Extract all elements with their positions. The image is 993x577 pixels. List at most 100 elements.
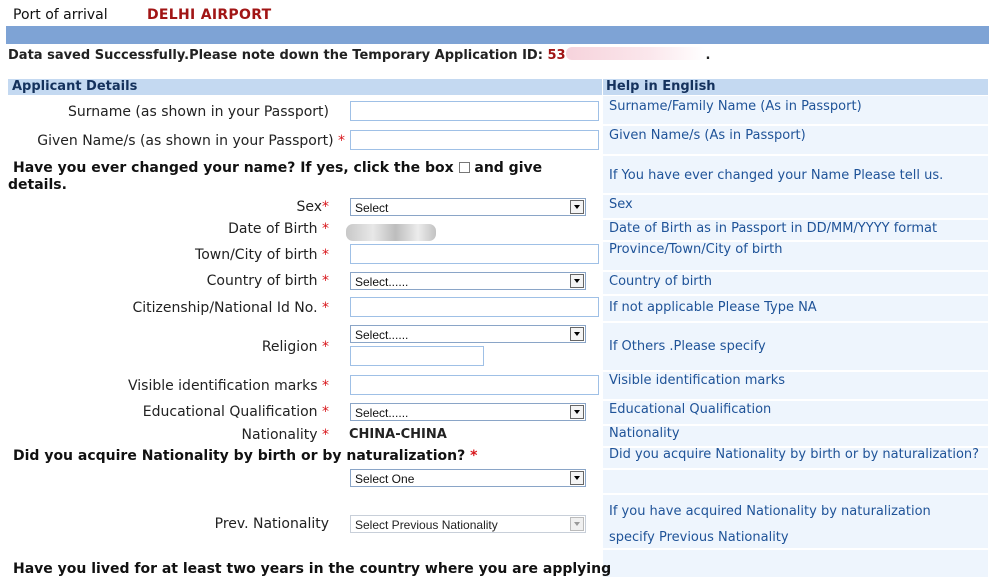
birth-city-input[interactable] <box>350 244 599 264</box>
id-marks-input[interactable] <box>350 375 599 395</box>
required-asterisk: * <box>322 247 329 263</box>
birth-country-selected-value: Select...... <box>355 275 409 289</box>
religion-selected-value: Select...... <box>355 328 409 342</box>
religion-help: If Others .Please specify <box>609 339 766 354</box>
education-select[interactable]: Select...... <box>350 403 586 421</box>
dob-help: Date of Birth as in Passport in DD/MM/YY… <box>609 221 938 236</box>
nationality-acquired-help: Did you acquire Nationality by birth or … <box>609 447 980 462</box>
birth-country-help: Country of birth <box>609 274 712 289</box>
chevron-down-icon[interactable] <box>570 517 584 531</box>
port-of-arrival-label: Port of arrival <box>13 7 108 23</box>
required-asterisk: * <box>322 427 329 443</box>
chevron-down-icon[interactable] <box>570 471 584 485</box>
chevron-down-icon[interactable] <box>570 405 584 419</box>
save-success-text: Data saved Successfully.Please note down… <box>8 48 543 63</box>
birth-country-select[interactable]: Select...... <box>350 272 586 290</box>
chevron-down-icon[interactable] <box>570 274 584 288</box>
religion-label-text: Religion <box>261 339 318 355</box>
required-asterisk: * <box>322 221 329 237</box>
education-label-text: Educational Qualification <box>142 404 318 420</box>
id-marks-label-text: Visible identification marks <box>127 378 318 394</box>
required-asterisk: * <box>338 133 345 149</box>
help-row-divider <box>603 218 988 220</box>
given-name-label-text: Given Name/s (as shown in your Passport) <box>37 133 334 149</box>
prev-nationality-select[interactable]: Select Previous Nationality <box>350 515 586 533</box>
nationality-acquired-question: Did you acquire Nationality by birth or … <box>13 448 477 464</box>
help-row-divider <box>603 270 988 272</box>
nationality-label: Nationality * <box>242 427 329 443</box>
national-id-help: If not applicable Please Type NA <box>609 300 817 315</box>
required-asterisk: * <box>470 448 478 464</box>
required-asterisk: * <box>322 378 329 394</box>
help-row-divider <box>603 493 988 495</box>
dob-label: Date of Birth * <box>228 221 329 237</box>
dob-label-text: Date of Birth <box>228 221 318 237</box>
nationality-label-text: Nationality <box>241 427 318 443</box>
sex-help: Sex <box>609 197 633 212</box>
help-row-divider <box>603 294 988 296</box>
redacted-id-blur <box>565 47 706 60</box>
birth-city-help: Province/Town/City of birth <box>609 242 783 257</box>
changed-name-question: Have you ever changed your name? If yes,… <box>13 160 542 176</box>
changed-name-question-line2: details. <box>8 177 67 193</box>
religion-label: Religion * <box>262 339 329 355</box>
help-row-divider <box>603 154 988 156</box>
id-period: . <box>705 48 711 63</box>
nationality-acquired-selected-value: Select One <box>355 472 415 486</box>
national-id-input[interactable] <box>350 297 599 317</box>
birth-city-label: Town/City of birth * <box>195 247 329 263</box>
surname-label: Surname (as shown in your Passport) <box>68 104 329 120</box>
help-header: Help in English <box>603 79 988 95</box>
port-of-arrival-value: DELHI AIRPORT <box>147 7 272 23</box>
given-name-help: Given Name/s (As in Passport) <box>609 128 806 143</box>
given-name-input[interactable] <box>350 130 599 150</box>
prev-nationality-label: Prev. Nationality <box>214 516 329 532</box>
sex-select[interactable]: Select <box>350 198 586 216</box>
id-marks-help: Visible identification marks <box>609 373 786 388</box>
id-marks-label: Visible identification marks * <box>128 378 329 394</box>
education-selected-value: Select...... <box>355 406 409 420</box>
dob-redacted-value <box>346 224 436 241</box>
sex-label-text: Sex <box>296 199 322 215</box>
religion-select[interactable]: Select...... <box>350 325 586 343</box>
applicant-details-title: Applicant Details <box>12 79 138 94</box>
help-row-divider <box>603 321 988 323</box>
help-row-divider <box>603 193 988 195</box>
help-row-divider <box>603 124 988 126</box>
lived-two-years-question: Have you lived for at least two years in… <box>13 561 612 577</box>
temporary-application-id: 53 <box>547 48 566 63</box>
nationality-help: Nationality <box>609 426 680 441</box>
prev-nationality-help-line1: If you have acquired Nationality by natu… <box>609 504 931 519</box>
birth-country-label-text: Country of birth <box>206 273 318 289</box>
header-divider-bar <box>6 26 989 44</box>
help-row-divider <box>603 399 988 401</box>
birth-city-label-text: Town/City of birth <box>195 247 318 263</box>
surname-help: Surname/Family Name (As in Passport) <box>609 99 862 114</box>
nationality-acquired-question-text: Did you acquire Nationality by birth or … <box>13 448 466 464</box>
chevron-down-icon[interactable] <box>570 200 584 214</box>
prev-nationality-help-line2: specify Previous Nationality <box>609 530 789 545</box>
national-id-label-text: Citizenship/National Id No. <box>132 300 318 316</box>
nationality-acquired-select[interactable]: Select One <box>350 469 586 487</box>
given-name-label: Given Name/s (as shown in your Passport)… <box>37 133 345 149</box>
changed-name-question-tail: and give <box>474 160 543 176</box>
help-row-divider <box>603 468 988 470</box>
sex-selected-value: Select <box>355 201 389 215</box>
changed-name-help: If You have ever changed your Name Pleas… <box>609 168 944 183</box>
changed-name-checkbox[interactable] <box>458 162 470 173</box>
save-success-message: Data saved Successfully.Please note down… <box>8 47 711 63</box>
birth-country-label: Country of birth * <box>207 273 329 289</box>
changed-name-question-text: Have you ever changed your name? If yes,… <box>13 160 454 176</box>
prev-nationality-selected-value: Select Previous Nationality <box>355 518 498 532</box>
help-row-divider <box>603 370 988 372</box>
required-asterisk: * <box>322 199 329 215</box>
nationality-value: CHINA-CHINA <box>349 427 447 442</box>
help-title: Help in English <box>606 79 716 94</box>
national-id-label: Citizenship/National Id No. * <box>133 300 330 316</box>
religion-other-input[interactable] <box>350 346 484 366</box>
chevron-down-icon[interactable] <box>570 327 584 341</box>
surname-input[interactable] <box>350 101 599 121</box>
required-asterisk: * <box>322 404 329 420</box>
help-row-divider <box>603 548 988 550</box>
required-asterisk: * <box>322 300 329 316</box>
